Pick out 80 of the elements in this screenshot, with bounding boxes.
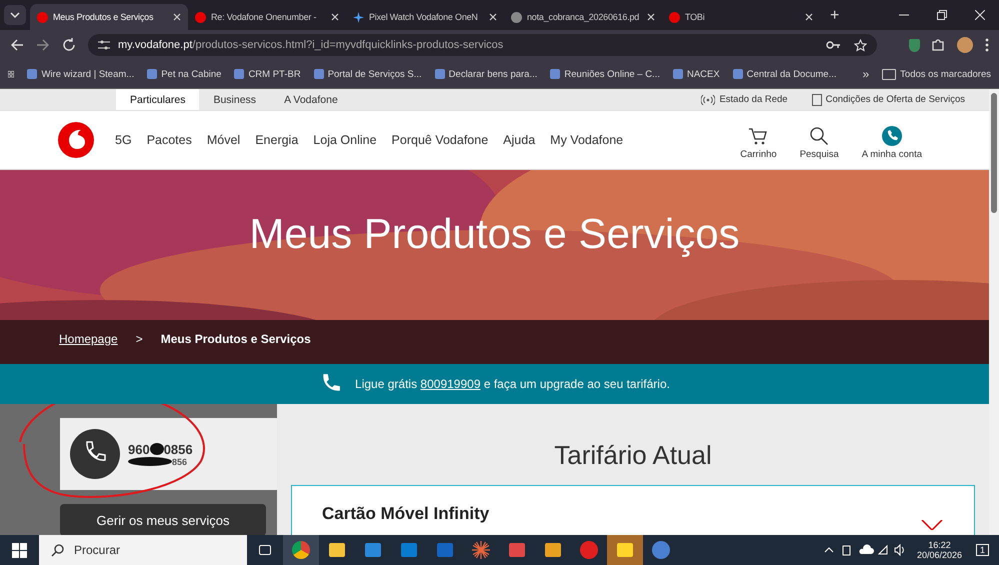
bookmark[interactable]: Pet na Cabine <box>147 68 222 80</box>
browser-tab[interactable]: Meus Produtos e Serviços <box>30 4 188 30</box>
phone-icon <box>882 126 902 146</box>
bookmark[interactable]: CRM PT-BR <box>234 68 301 80</box>
reload-icon[interactable] <box>62 38 76 52</box>
bookmark[interactable]: Portal de Serviços S... <box>314 68 422 80</box>
plan-title: Cartão Móvel Infinity <box>322 504 490 524</box>
back-icon[interactable] <box>10 38 24 52</box>
restore-icon[interactable] <box>937 10 947 20</box>
search-field[interactable]: Procurar <box>39 535 247 565</box>
banner-text: Ligue grátis 800919909 e faça um upgrade ao seu tarifário. <box>355 377 670 391</box>
new-tab-button[interactable]: + <box>820 7 850 30</box>
phone-number: 960 <box>128 442 150 456</box>
cart-icon <box>748 126 768 146</box>
utility-link[interactable]: Estado da Rede <box>701 89 788 110</box>
browser-tab[interactable]: Re: Vodafone Onenumber - <box>188 4 346 30</box>
manage-services-button[interactable]: Gerir os meus serviços <box>60 504 266 535</box>
bookmark[interactable]: Declarar bens para... <box>434 68 538 80</box>
bookmark[interactable]: Wire wizard | Steam... <box>27 68 134 80</box>
address-field[interactable]: my.vodafone.pt/produtos-servicos.html?i_id=myvdfquicklinks-produtos-servicos <box>88 34 877 56</box>
shield-icon[interactable] <box>909 38 920 52</box>
search-icon <box>51 544 64 556</box>
page-title: Meus Produtos e Serviços <box>248 210 741 258</box>
nav-link[interactable]: Loja Online <box>313 133 377 147</box>
bookmark[interactable]: NACEX <box>672 68 720 80</box>
more-bookmarks-button[interactable]: » <box>862 67 870 81</box>
breadcrumb-link[interactable]: Homepage <box>59 332 118 346</box>
bookmark-folder[interactable]: Todos os marcadores <box>882 68 991 80</box>
chevron-icon: > <box>136 332 143 346</box>
sparkle-icon <box>353 12 364 22</box>
notification-button[interactable]: 1 <box>976 544 989 556</box>
key-icon[interactable] <box>826 40 840 50</box>
signal-icon <box>701 94 716 104</box>
breadcrumb-current: Meus Produtos e Serviços <box>160 332 311 346</box>
nav-link[interactable]: Porquê Vodafone <box>392 133 488 147</box>
close-icon[interactable] <box>975 10 985 20</box>
utility-link[interactable]: Condições de Oferta de Serviços <box>812 89 965 110</box>
browser-tab[interactable]: Pixel Watch Vodafone OneN <box>346 4 504 30</box>
scrollbar[interactable] <box>989 89 999 535</box>
segment-tab[interactable]: Particulares <box>116 89 200 110</box>
tray-icons[interactable] <box>822 544 907 556</box>
nav-link[interactable]: Energia <box>255 133 298 147</box>
phone-link[interactable]: 800919909 <box>420 377 480 391</box>
close-icon[interactable] <box>331 13 339 21</box>
bookmark[interactable]: Central da Docume... <box>732 68 836 80</box>
search-icon <box>809 126 830 146</box>
redaction-scribble <box>150 443 164 455</box>
search-button[interactable]: Pesquisa <box>800 120 839 160</box>
bookmark[interactable]: Reuniões Online – C... <box>550 68 660 80</box>
nav-link[interactable]: Pacotes <box>146 133 192 147</box>
close-icon[interactable] <box>647 13 655 21</box>
redaction-scribble <box>128 457 172 466</box>
nav-link[interactable]: Ajuda <box>503 133 536 147</box>
site-settings-icon[interactable] <box>98 40 110 50</box>
nav-link[interactable]: 5G <box>115 133 132 147</box>
clock[interactable]: 16:22 20/06/2026 <box>916 540 962 560</box>
browser-tab[interactable]: TOBi <box>662 4 820 30</box>
close-icon[interactable] <box>173 13 181 21</box>
nav-link[interactable]: Móvel <box>206 133 240 147</box>
menu-icon[interactable] <box>985 38 989 52</box>
nav-link[interactable]: My Vodafone <box>550 133 624 147</box>
dropdown-icon[interactable] <box>4 5 26 25</box>
cart-button[interactable]: Carrinho <box>740 120 777 160</box>
chevron-icon[interactable] <box>920 520 944 530</box>
phone-number: 0856 <box>164 442 193 456</box>
phone-icon <box>70 429 120 479</box>
section-heading: Tarifário Atual <box>554 440 712 471</box>
forward-icon[interactable] <box>36 38 50 52</box>
account-button[interactable]: A minha conta <box>862 120 922 160</box>
close-icon[interactable] <box>805 13 813 21</box>
apps-icon[interactable] <box>8 68 14 80</box>
segment-tab[interactable]: A Vodafone <box>270 89 352 110</box>
vodafone-logo[interactable] <box>58 122 94 158</box>
segment-tab[interactable]: Business <box>199 89 270 110</box>
close-icon[interactable] <box>489 13 497 21</box>
phone-number: 856 <box>172 456 188 466</box>
browser-tab[interactable]: nota_cobranca_20260616.pd <box>504 4 662 30</box>
windows-start-icon[interactable] <box>12 542 27 558</box>
star-icon[interactable] <box>854 38 867 52</box>
avatar-icon[interactable] <box>957 37 973 53</box>
